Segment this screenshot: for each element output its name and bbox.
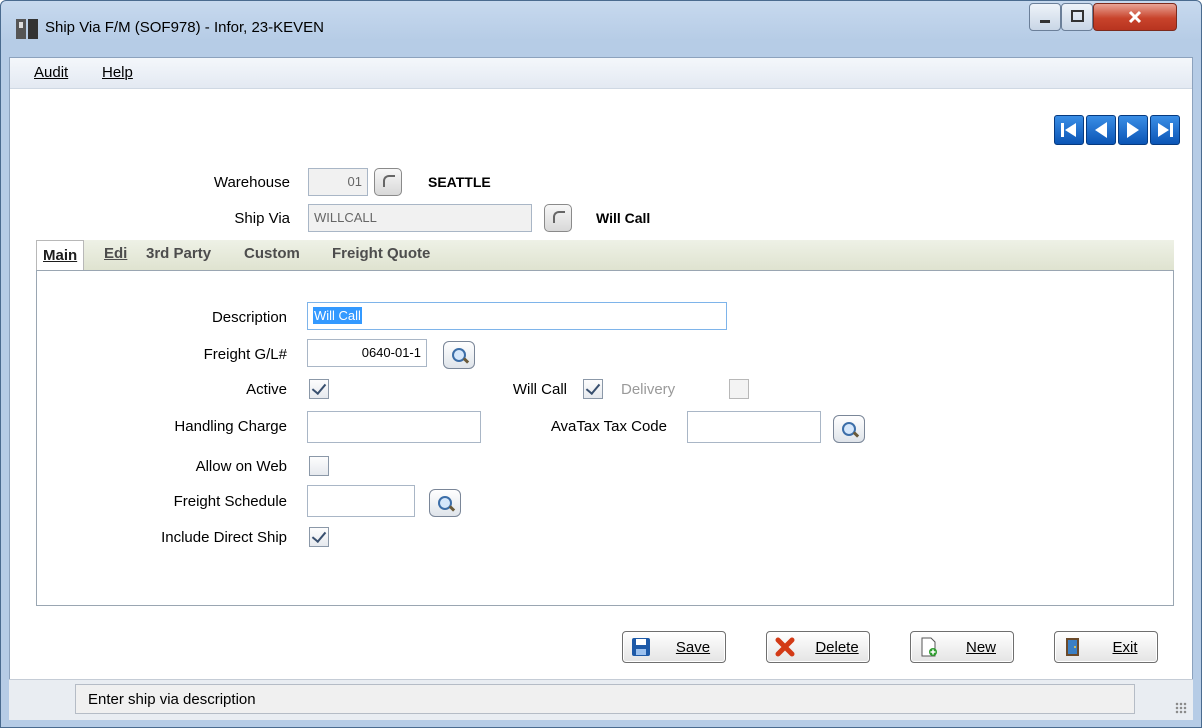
save-label: Save bbox=[675, 639, 711, 656]
next-record-button[interactable] bbox=[1118, 115, 1148, 145]
main-tab-panel: Description Will Call Freight G/L# 0640-… bbox=[36, 270, 1174, 606]
include-direct-checkbox[interactable] bbox=[309, 527, 329, 547]
exit-button[interactable]: Exit bbox=[1054, 631, 1158, 663]
delivery-label: Delivery bbox=[621, 381, 676, 398]
tab-edi[interactable]: Edi bbox=[104, 245, 127, 262]
allow-web-label: Allow on Web bbox=[195, 458, 287, 475]
magnifier-handle bbox=[462, 357, 470, 364]
delivery-checkbox[interactable] bbox=[729, 379, 749, 399]
prev-record-button[interactable] bbox=[1086, 115, 1116, 145]
tab-freight-quote[interactable]: Freight Quote bbox=[332, 245, 430, 262]
minimize-button[interactable] bbox=[1029, 3, 1061, 31]
record-navigation bbox=[1054, 115, 1180, 145]
save-button[interactable]: Save bbox=[622, 631, 726, 663]
resize-grip-icon[interactable] bbox=[1175, 702, 1187, 714]
prev-record-icon bbox=[1095, 122, 1107, 138]
description-selected-text: Will Call bbox=[313, 307, 362, 324]
exit-label: Exit bbox=[1112, 639, 1138, 656]
save-icon bbox=[632, 638, 650, 656]
will-call-label: Will Call bbox=[512, 381, 567, 398]
tab-strip: Main Edi 3rd Party Custom Freight Quote bbox=[36, 240, 1174, 271]
tab-3rd-party[interactable]: 3rd Party bbox=[146, 245, 211, 262]
tab-main-label: Main bbox=[43, 247, 78, 264]
include-direct-label: Include Direct Ship bbox=[161, 529, 287, 546]
description-label: Description bbox=[211, 309, 287, 326]
tab-main[interactable]: Main bbox=[36, 240, 85, 271]
avatax-lookup-button[interactable] bbox=[833, 415, 865, 443]
maximize-button[interactable] bbox=[1061, 3, 1093, 31]
freight-schedule-lookup-button[interactable] bbox=[429, 489, 461, 517]
new-document-icon bbox=[921, 637, 937, 657]
warehouse-lookup-button[interactable] bbox=[374, 168, 402, 196]
status-bar: Enter ship via description bbox=[9, 679, 1193, 720]
freight-gl-label: Freight G/L# bbox=[203, 346, 287, 363]
first-record-button[interactable] bbox=[1054, 115, 1084, 145]
tab-custom-label: Custom bbox=[244, 245, 300, 262]
menu-help[interactable]: Help bbox=[102, 64, 133, 81]
will-call-checkbox[interactable] bbox=[583, 379, 603, 399]
title-bar: Ship Via F/M (SOF978) - Infor, 23-KEVEN bbox=[1, 1, 1201, 57]
handling-input[interactable] bbox=[307, 411, 481, 443]
exit-door-icon bbox=[1066, 638, 1079, 656]
menu-bar: Audit Help bbox=[10, 58, 1192, 89]
maximize-icon bbox=[1071, 10, 1084, 22]
status-message-cell: Enter ship via description bbox=[75, 684, 1135, 714]
magnifier-handle bbox=[852, 431, 860, 438]
shipvia-name: Will Call bbox=[596, 210, 651, 226]
tab-3rd-party-label: 3rd Party bbox=[146, 245, 212, 262]
new-label: New bbox=[965, 639, 996, 656]
warehouse-label: Warehouse bbox=[213, 174, 290, 191]
freight-schedule-label: Freight Schedule bbox=[173, 493, 287, 510]
handling-label: Handling Charge bbox=[174, 418, 287, 435]
app-window: Ship Via F/M (SOF978) - Infor, 23-KEVEN … bbox=[0, 0, 1202, 728]
freight-gl-lookup-button[interactable] bbox=[443, 341, 475, 369]
warehouse-input[interactable]: 01 bbox=[308, 168, 368, 196]
app-icon bbox=[16, 19, 38, 39]
new-button[interactable]: New bbox=[910, 631, 1014, 663]
warehouse-name: SEATTLE bbox=[428, 174, 491, 190]
freight-schedule-input[interactable] bbox=[307, 485, 415, 517]
allow-web-checkbox[interactable] bbox=[309, 456, 329, 476]
last-record-button[interactable] bbox=[1150, 115, 1180, 145]
minimize-icon bbox=[1040, 20, 1050, 23]
active-label: Active bbox=[246, 381, 287, 398]
status-text: Enter ship via description bbox=[88, 691, 256, 708]
client-area: Audit Help Warehouse 01 SEATTLE Ship Via… bbox=[9, 57, 1193, 719]
shipvia-input[interactable]: WILLCALL bbox=[308, 204, 532, 232]
tab-edi-label: Edi bbox=[104, 245, 128, 262]
active-checkbox[interactable] bbox=[309, 379, 329, 399]
delete-button[interactable]: Delete bbox=[766, 631, 870, 663]
shipvia-label: Ship Via bbox=[234, 210, 290, 227]
close-icon bbox=[1128, 10, 1142, 24]
first-record-icon bbox=[1061, 123, 1076, 137]
delete-icon bbox=[775, 637, 795, 657]
tab-freight-quote-label: Freight Quote bbox=[332, 245, 431, 262]
next-record-icon bbox=[1127, 122, 1139, 138]
close-button[interactable] bbox=[1093, 3, 1177, 31]
freight-gl-input[interactable]: 0640-01-1 bbox=[307, 339, 427, 367]
delete-label: Delete bbox=[815, 639, 859, 656]
magnifier-handle bbox=[448, 505, 456, 512]
window-title: Ship Via F/M (SOF978) - Infor, 23-KEVEN bbox=[45, 19, 324, 36]
tab-custom[interactable]: Custom bbox=[244, 245, 300, 262]
avatax-label: AvaTax Tax Code bbox=[550, 418, 667, 435]
last-record-icon bbox=[1158, 123, 1173, 137]
avatax-input[interactable] bbox=[687, 411, 821, 443]
description-input[interactable]: Will Call bbox=[307, 302, 727, 330]
menu-audit[interactable]: Audit bbox=[34, 64, 68, 81]
shipvia-lookup-button[interactable] bbox=[544, 204, 572, 232]
